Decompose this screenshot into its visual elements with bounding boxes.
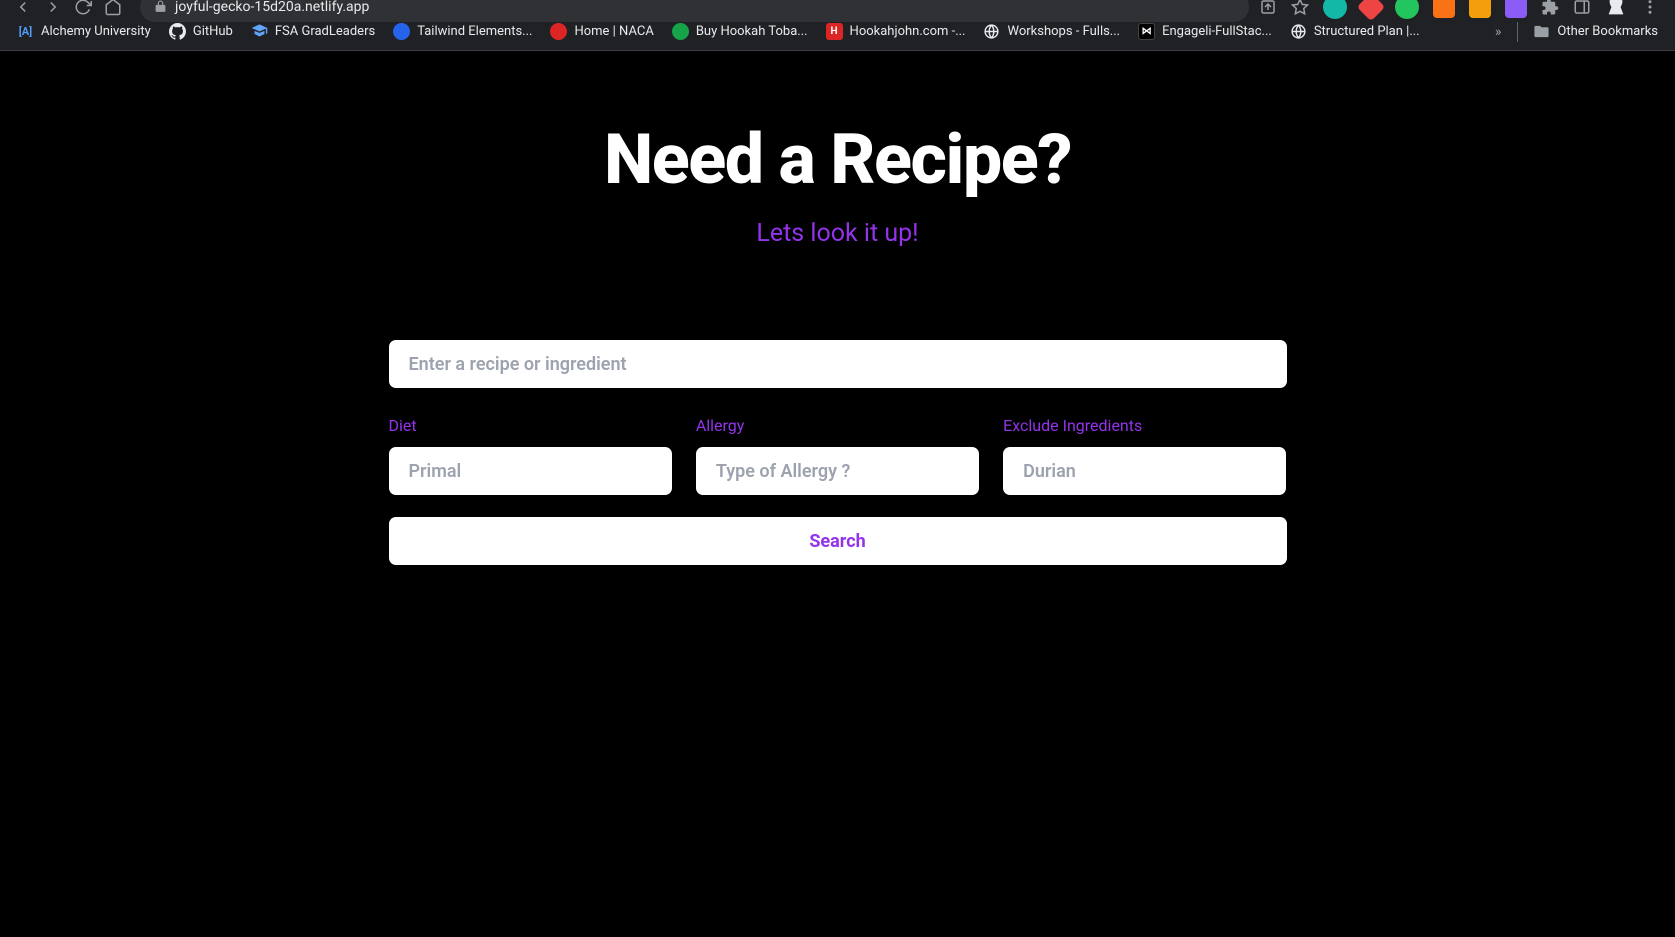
bookmark-label: Home | NACA (574, 24, 653, 39)
exclude-input[interactable] (1003, 447, 1286, 495)
other-bookmarks[interactable]: Other Bookmarks (1524, 19, 1667, 44)
recipe-input[interactable] (389, 340, 1287, 388)
bookmark-icon: H (826, 23, 843, 40)
extension-icon[interactable] (1433, 0, 1455, 18)
profile-icon[interactable] (1605, 0, 1627, 18)
bookmark-label: Workshops - Fulls... (1007, 24, 1120, 39)
bookmark-label: Tailwind Elements... (417, 24, 532, 39)
bookmark-item[interactable]: FSA GradLeaders (242, 19, 384, 44)
menu-icon[interactable] (1641, 0, 1659, 16)
bookmark-icon (550, 23, 567, 40)
extension-icon[interactable] (1323, 0, 1347, 19)
url-bar[interactable]: joyful-gecko-15d20a.netlify.app (140, 0, 1249, 22)
diet-label: Diet (389, 416, 672, 435)
url-text: joyful-gecko-15d20a.netlify.app (175, 0, 369, 15)
diet-input[interactable] (389, 447, 672, 495)
exclude-label: Exclude Ingredients (1003, 416, 1286, 435)
extension-icon[interactable] (1357, 0, 1385, 21)
extensions-menu-icon[interactable] (1541, 0, 1559, 16)
bookmark-item[interactable]: [A] Alchemy University (8, 19, 160, 44)
lock-icon (154, 0, 167, 13)
bookmark-item[interactable]: Buy Hookah Toba... (663, 19, 817, 44)
globe-icon (1290, 23, 1307, 40)
extension-icon[interactable] (1469, 0, 1491, 18)
side-panel-icon[interactable] (1573, 0, 1591, 16)
github-icon (169, 23, 186, 40)
folder-icon (1533, 23, 1550, 40)
bookmark-label: GitHub (193, 24, 233, 39)
search-button[interactable]: Search (389, 517, 1287, 565)
bookmark-label: Structured Plan |... (1314, 24, 1420, 39)
bookmark-icon (672, 23, 689, 40)
exclude-field: Exclude Ingredients (1003, 416, 1286, 495)
browser-toolbar: joyful-gecko-15d20a.netlify.app (0, 0, 1675, 13)
bookmark-label: Alchemy University (41, 24, 151, 39)
diet-field: Diet (389, 416, 672, 495)
bookmark-item[interactable]: Workshops - Fulls... (974, 19, 1129, 44)
grad-icon (251, 23, 268, 40)
bookmark-icon: [A] (17, 23, 34, 40)
extension-icon[interactable] (1505, 0, 1527, 18)
bookmark-label: Hookahjohn.com -... (850, 24, 966, 39)
toolbar-right (1259, 0, 1665, 19)
page-title: Need a Recipe? (604, 119, 1071, 201)
allergy-field: Allergy (696, 416, 979, 495)
page-subtitle: Lets look it up! (756, 219, 918, 248)
extension-icon[interactable] (1395, 0, 1419, 19)
bookmarks-overflow[interactable]: » (1485, 24, 1512, 40)
star-icon[interactable] (1291, 0, 1309, 16)
bookmark-item[interactable]: Tailwind Elements... (384, 19, 541, 44)
back-button[interactable] (10, 0, 36, 20)
allergy-label: Allergy (696, 416, 979, 435)
home-button[interactable] (100, 0, 126, 20)
bookmark-item[interactable]: H Hookahjohn.com -... (817, 19, 975, 44)
search-form: Diet Allergy Exclude Ingredients Search (389, 340, 1287, 565)
bookmark-item[interactable]: Structured Plan |... (1281, 19, 1429, 44)
bookmark-icon (393, 23, 410, 40)
bookmark-label: Engageli-FullStac... (1162, 24, 1272, 39)
bookmark-item[interactable]: Home | NACA (541, 19, 662, 44)
separator (1517, 22, 1518, 42)
other-bookmarks-label: Other Bookmarks (1557, 24, 1658, 39)
globe-icon (983, 23, 1000, 40)
allergy-input[interactable] (696, 447, 979, 495)
bookmark-item[interactable]: ⋈ Engageli-FullStac... (1129, 19, 1281, 44)
bookmark-icon: ⋈ (1138, 23, 1155, 40)
bookmark-label: Buy Hookah Toba... (696, 24, 808, 39)
bookmark-label: FSA GradLeaders (275, 24, 375, 39)
share-icon[interactable] (1259, 0, 1277, 16)
page-content: Need a Recipe? Lets look it up! Diet All… (0, 51, 1675, 937)
filter-row: Diet Allergy Exclude Ingredients (389, 416, 1287, 495)
reload-button[interactable] (70, 0, 96, 20)
bookmark-item[interactable]: GitHub (160, 19, 242, 44)
forward-button[interactable] (40, 0, 66, 20)
